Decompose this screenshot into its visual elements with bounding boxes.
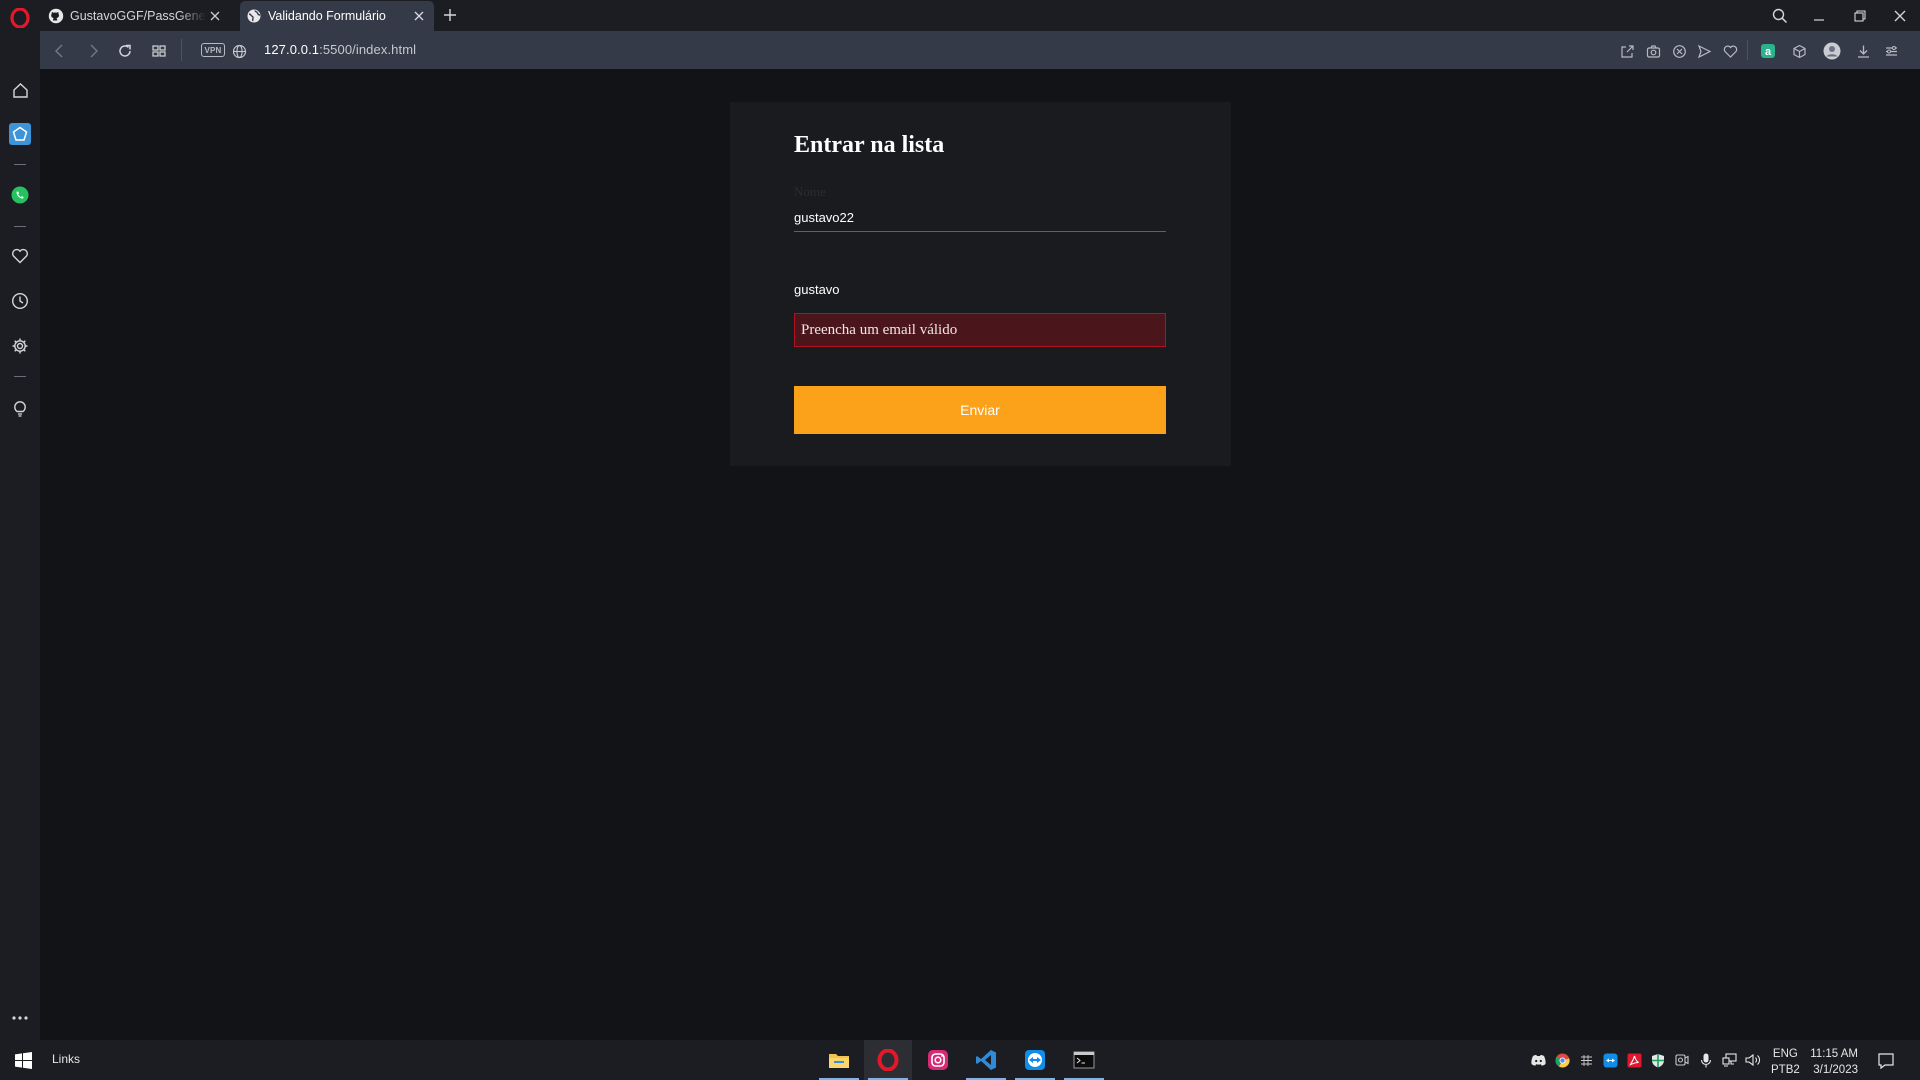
restore-icon[interactable] [1849,5,1871,27]
teamviewer-icon [1025,1050,1045,1070]
minimize-icon[interactable] [1808,5,1830,27]
url-host: 127.0.0.1 [264,42,320,57]
folder-icon [829,1054,849,1068]
taskbar-vscode[interactable] [962,1040,1010,1080]
taskbar-clock[interactable]: 11:15 AM 3/1/2023 [1806,1046,1858,1078]
url-path: :5500/index.html [319,42,417,57]
windows-start-icon[interactable] [15,1052,32,1069]
snapshot-camera-icon[interactable] [1643,41,1663,61]
language-code: ENG [1772,1048,1798,1060]
form-card: Entrar na lista Nome Preencha um email v… [730,102,1231,466]
taskbar-file-explorer[interactable] [815,1040,863,1080]
bookmarks-heart-icon[interactable] [8,244,32,268]
sidebar-separator [14,164,26,165]
opera-logo-icon[interactable] [10,8,30,28]
tab-passgenerator[interactable]: GustavoGGF/PassGenerator [42,1,230,31]
lightbulb-icon[interactable] [8,396,32,420]
home-icon[interactable] [8,78,32,102]
profile-avatar-icon[interactable] [1822,41,1842,61]
whatsapp-icon[interactable] [8,183,32,207]
email-input[interactable] [794,276,1166,302]
back-icon[interactable] [50,41,70,61]
keyboard-tray-icon[interactable] [1578,1052,1594,1068]
tab-strip: GustavoGGF/PassGenerator Validando Formu… [0,0,1920,31]
tab-title: Validando Formulário [268,9,386,23]
tab-validando-formulario[interactable]: Validando Formulário [240,1,434,31]
send-icon[interactable] [1694,41,1714,61]
reload-icon[interactable] [115,41,135,61]
microphone-tray-icon[interactable] [1698,1052,1714,1068]
taskbar-instagram[interactable] [914,1040,962,1080]
vscode-icon [976,1050,996,1070]
taskbar-teamviewer[interactable] [1011,1040,1059,1080]
camera-tray-icon[interactable] [1674,1052,1690,1068]
teamviewer-tray-icon[interactable] [1602,1052,1618,1068]
extension-a-icon[interactable]: a [1758,41,1778,61]
tab-close-icon[interactable] [206,7,224,25]
extensions-cube-icon[interactable] [1789,41,1809,61]
page-viewport: Entrar na lista Nome Preencha um email v… [40,69,1920,1040]
history-clock-icon[interactable] [8,289,32,313]
sidebar-separator [14,376,26,377]
sidebar-separator [14,226,26,227]
address-toolbar: VPN 127.0.0.1:5500/index.html a [40,31,1920,69]
terminal-icon [1073,1051,1095,1069]
settings-gear-icon[interactable] [8,334,32,358]
sidebar [0,31,40,1040]
taskbar: Links ENG PTB2 11:15 AM 3/1/2023 [0,1040,1920,1080]
network-tray-icon[interactable] [1721,1052,1737,1068]
new-tab-plus-icon[interactable] [441,6,459,24]
volume-tray-icon[interactable] [1745,1052,1761,1068]
discord-tray-icon[interactable] [1530,1052,1546,1068]
acrobat-tray-icon[interactable] [1626,1052,1642,1068]
clock-date: 3/1/2023 [1813,1064,1858,1076]
clock-time: 11:15 AM [1810,1048,1858,1060]
forward-icon[interactable] [83,41,103,61]
submit-button[interactable]: Enviar [794,386,1166,434]
adblock-icon[interactable] [1669,41,1689,61]
name-label: Nome [794,184,826,199]
toolbar-divider [181,39,182,61]
close-window-icon[interactable] [1889,5,1911,27]
name-input[interactable] [794,204,1166,232]
address-bar[interactable]: 127.0.0.1:5500/index.html [264,42,416,57]
speed-dial-icon[interactable] [8,122,32,146]
downloads-icon[interactable] [1853,41,1873,61]
form-title: Entrar na lista [794,132,945,158]
tab-close-icon[interactable] [410,7,428,25]
instagram-icon [928,1050,948,1070]
toolbar-divider [1747,40,1748,60]
bookmark-heart-icon[interactable] [1720,41,1740,61]
svg-text:a: a [1765,46,1772,58]
opera-icon [877,1049,899,1071]
site-info-globe-icon[interactable] [229,41,249,61]
notification-center-icon[interactable] [1877,1052,1895,1070]
share-icon[interactable] [1617,41,1637,61]
vpn-badge[interactable]: VPN [201,43,225,57]
links-toolbar-label[interactable]: Links [52,1052,80,1066]
keyboard-layout: PTB2 [1771,1064,1800,1076]
taskbar-opera[interactable] [864,1040,912,1080]
email-error-message: Preencha um email válido [794,313,1166,347]
tab-title: GustavoGGF/PassGenerator [70,9,206,23]
github-icon [48,8,64,24]
language-indicator[interactable]: ENG PTB2 [1771,1046,1800,1078]
globe-icon [246,8,262,24]
taskbar-terminal[interactable] [1060,1040,1108,1080]
more-dots-icon[interactable] [8,1006,32,1030]
security-shield-tray-icon[interactable] [1650,1052,1666,1068]
easy-setup-menu-icon[interactable] [1881,41,1901,61]
chrome-tray-icon[interactable] [1554,1052,1570,1068]
search-tabs-icon[interactable] [1769,5,1791,27]
tabs-grid-icon[interactable] [149,41,169,61]
